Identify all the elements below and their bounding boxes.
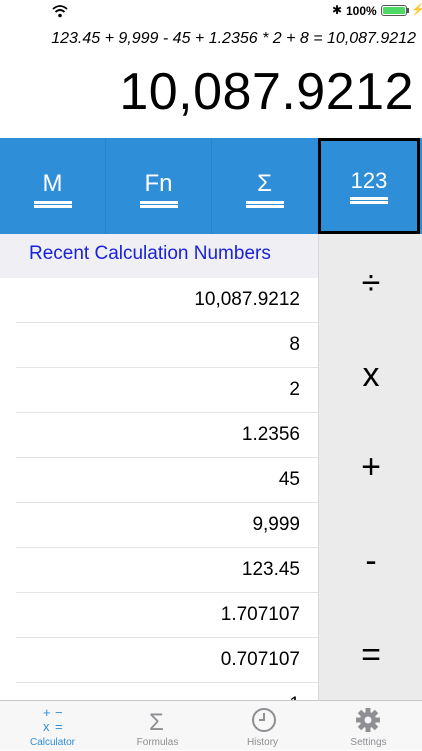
subtract-button[interactable]: -: [319, 542, 422, 581]
mode-tab-bar: M Fn Σ 123: [0, 138, 422, 234]
tab-settings[interactable]: Settings: [315, 701, 422, 751]
svg-text:=: =: [55, 719, 63, 733]
multiply-button[interactable]: x: [319, 356, 422, 395]
list-item[interactable]: 0.707107: [0, 638, 318, 683]
list-item-value: 9,999: [252, 514, 300, 535]
battery-tip: [407, 8, 409, 13]
list-item-value: 8: [289, 334, 300, 355]
list-item-value: 0.707107: [220, 649, 300, 670]
expression-line: 123.45 + 9,999 - 45 + 1.2356 * 2 + 8 = 1…: [51, 30, 416, 47]
clock-icon: [252, 708, 276, 732]
divide-button[interactable]: ÷: [319, 264, 422, 303]
battery-icon: [381, 5, 407, 16]
battery-percentage: 100%: [346, 4, 377, 18]
list-item[interactable]: 2: [0, 368, 318, 413]
calculator-icon: + − x =: [43, 705, 63, 733]
tab-sum[interactable]: Σ: [212, 138, 317, 234]
result-display[interactable]: 10,087.9212: [119, 62, 414, 122]
tab-formulas[interactable]: Σ Formulas: [105, 701, 210, 751]
tab-numbers[interactable]: 123: [318, 138, 420, 234]
svg-text:−: −: [55, 705, 63, 720]
bluetooth-icon: ✱: [332, 3, 343, 17]
list-item-value: 10,087.9212: [194, 289, 300, 310]
equals-lines-icon: [139, 201, 178, 208]
list-item-value: 1.707107: [220, 604, 300, 625]
sigma-icon: Σ: [149, 709, 164, 733]
list-item[interactable]: 10,087.9212: [0, 278, 318, 323]
add-button[interactable]: +: [319, 448, 422, 487]
gear-icon: [356, 708, 380, 732]
tab-functions[interactable]: Fn: [106, 138, 211, 234]
tab-memory[interactable]: M: [0, 138, 105, 234]
list-item[interactable]: 45: [0, 458, 318, 503]
equals-lines-icon: [350, 197, 388, 204]
list-item[interactable]: 123.45: [0, 548, 318, 593]
tab-functions-label: Fn: [144, 170, 173, 197]
list-item[interactable]: 1.2356: [0, 413, 318, 458]
equals-button[interactable]: =: [319, 636, 422, 675]
tab-settings-label: Settings: [350, 737, 387, 748]
tab-calculator-label: Calculator: [29, 737, 76, 748]
tab-memory-label: M: [42, 170, 63, 197]
recent-numbers-header: Recent Calculation Numbers: [0, 234, 318, 278]
list-item-value: 123.45: [241, 559, 300, 580]
equals-lines-icon: [245, 201, 284, 208]
list-item[interactable]: 1: [0, 683, 318, 700]
operator-column: ÷ x + - =: [318, 234, 422, 700]
recent-numbers-title: Recent Calculation Numbers: [29, 243, 271, 264]
tab-numbers-label: 123: [350, 168, 388, 193]
svg-text:Σ: Σ: [149, 709, 164, 733]
charging-icon: ⚡: [411, 4, 422, 16]
list-item-value: 45: [278, 469, 300, 490]
recent-numbers-list[interactable]: 10,087.9212 8 2 1.2356 45 9,999 123.45 1…: [0, 278, 318, 700]
list-item-value: 1.2356: [241, 424, 300, 445]
svg-text:x: x: [43, 719, 50, 733]
list-item[interactable]: 1.707107: [0, 593, 318, 638]
tab-history[interactable]: History: [210, 701, 315, 751]
tab-history-label: History: [246, 737, 279, 748]
status-bar: ✱ 100% ⚡: [0, 0, 422, 22]
list-item[interactable]: 9,999: [0, 503, 318, 548]
tab-formulas-label: Formulas: [136, 737, 179, 748]
tab-calculator[interactable]: + − x = Calculator: [0, 701, 105, 751]
wifi-icon: [52, 5, 68, 18]
list-item-value: 2: [289, 379, 300, 400]
svg-text:+: +: [43, 705, 51, 720]
list-item[interactable]: 8: [0, 323, 318, 368]
equals-lines-icon: [33, 201, 72, 208]
tab-sum-label: Σ: [257, 170, 272, 197]
bottom-tab-bar: + − x = Calculator Σ Formulas History Se…: [0, 700, 422, 750]
